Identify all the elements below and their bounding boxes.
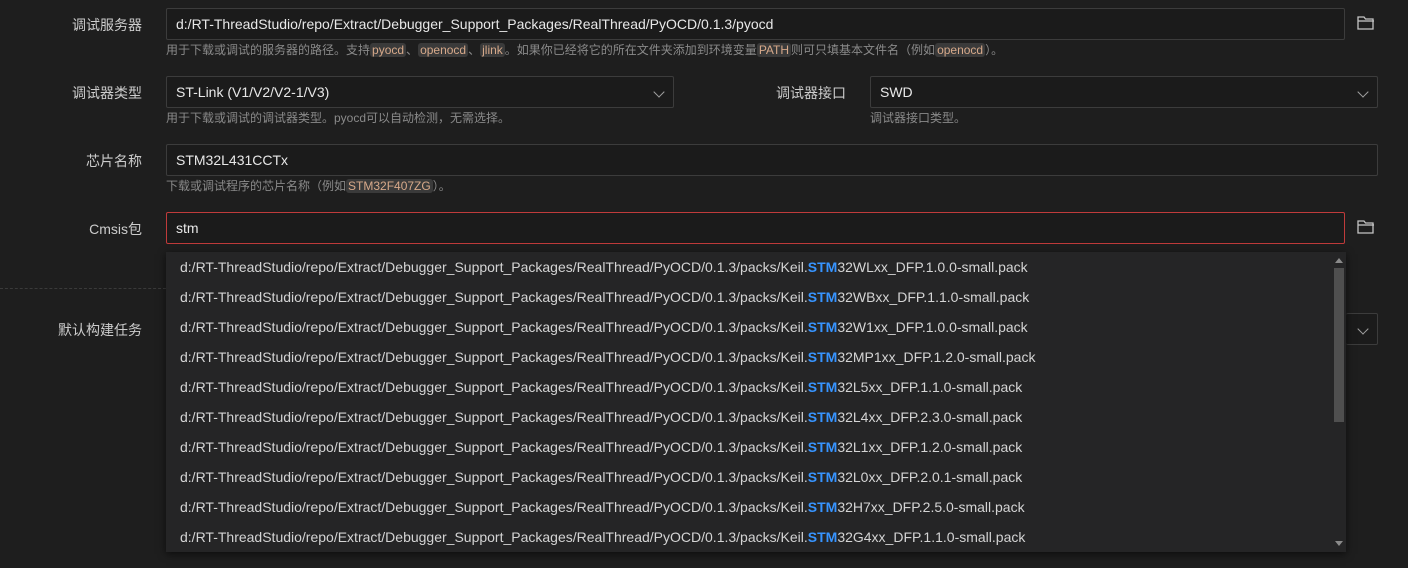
suggestion-item[interactable]: d:/RT-ThreadStudio/repo/Extract/Debugger… <box>166 342 1346 372</box>
debugger-type-select[interactable]: ST-Link (V1/V2/V2-1/V3) <box>166 76 674 108</box>
suggestion-item[interactable]: d:/RT-ThreadStudio/repo/Extract/Debugger… <box>166 282 1346 312</box>
chevron-down-icon <box>1357 323 1369 335</box>
scroll-down-arrow-icon[interactable] <box>1335 541 1343 546</box>
suggestion-item[interactable]: d:/RT-ThreadStudio/repo/Extract/Debugger… <box>166 522 1346 552</box>
debugger-type-label: 调试器类型 <box>72 85 142 101</box>
suggestion-suffix: 32G4xx_DFP.1.1.0-small.pack <box>837 529 1026 545</box>
suggestion-prefix: d:/RT-ThreadStudio/repo/Extract/Debugger… <box>180 319 808 335</box>
suggestion-item[interactable]: d:/RT-ThreadStudio/repo/Extract/Debugger… <box>166 372 1346 402</box>
debugger-port-label: 调试器接口 <box>776 85 846 101</box>
folder-open-icon[interactable] <box>1357 220 1375 234</box>
suggestion-prefix: d:/RT-ThreadStudio/repo/Extract/Debugger… <box>180 409 808 425</box>
suggestion-suffix: 32MP1xx_DFP.1.2.0-small.pack <box>837 349 1036 365</box>
cmsis-pack-input[interactable]: stm <box>166 212 1345 244</box>
chevron-down-icon <box>1357 86 1369 98</box>
chevron-down-icon <box>653 86 665 98</box>
server-label: 调试服务器 <box>72 17 142 33</box>
suggestion-match: STM <box>807 319 838 335</box>
suggestion-prefix: d:/RT-ThreadStudio/repo/Extract/Debugger… <box>180 349 808 365</box>
suggestion-suffix: 32L0xx_DFP.2.0.1-small.pack <box>837 469 1023 485</box>
suggestion-match: STM <box>807 439 838 455</box>
chip-name-label: 芯片名称 <box>86 153 142 169</box>
folder-open-icon[interactable] <box>1357 16 1375 30</box>
cmsis-label: Cmsis包 <box>89 221 142 237</box>
cmsis-suggestion-list: d:/RT-ThreadStudio/repo/Extract/Debugger… <box>166 252 1346 552</box>
suggestion-prefix: d:/RT-ThreadStudio/repo/Extract/Debugger… <box>180 469 808 485</box>
suggestion-item[interactable]: d:/RT-ThreadStudio/repo/Extract/Debugger… <box>166 432 1346 462</box>
suggestion-match: STM <box>807 529 838 545</box>
suggestion-suffix: 32W1xx_DFP.1.0.0-small.pack <box>837 319 1028 335</box>
suggestion-suffix: 32L1xx_DFP.1.2.0-small.pack <box>837 439 1023 455</box>
suggestion-suffix: 32WLxx_DFP.1.0.0-small.pack <box>837 259 1028 275</box>
suggestion-match: STM <box>807 349 838 365</box>
chip-name-input[interactable]: STM32L431CCTx <box>166 144 1378 176</box>
server-help-text: 用于下载或调试的服务器的路径。支持 pyocd、 openocd、 jlink 。如果你… <box>166 43 1004 57</box>
suggestion-suffix: 32L5xx_DFP.1.1.0-small.pack <box>837 379 1023 395</box>
scroll-up-arrow-icon[interactable] <box>1335 258 1343 263</box>
debug-settings-panel: 调试服务器 d:/RT-ThreadStudio/repo/Extract/De… <box>0 0 1408 568</box>
chip-name-help: 下载或调试程序的芯片名称（例如 STM32F407ZG）。 <box>166 179 451 193</box>
suggestion-match: STM <box>807 289 838 305</box>
suggestion-match: STM <box>807 379 838 395</box>
debugger-port-select[interactable]: SWD <box>870 76 1378 108</box>
suggestion-item[interactable]: d:/RT-ThreadStudio/repo/Extract/Debugger… <box>166 402 1346 432</box>
server-path-input[interactable]: d:/RT-ThreadStudio/repo/Extract/Debugger… <box>166 8 1345 40</box>
suggestion-prefix: d:/RT-ThreadStudio/repo/Extract/Debugger… <box>180 379 808 395</box>
suggestion-prefix: d:/RT-ThreadStudio/repo/Extract/Debugger… <box>180 289 808 305</box>
suggestion-prefix: d:/RT-ThreadStudio/repo/Extract/Debugger… <box>180 499 808 515</box>
section-divider <box>0 288 166 290</box>
suggestion-suffix: 32L4xx_DFP.2.3.0-small.pack <box>837 409 1023 425</box>
suggestion-item[interactable]: d:/RT-ThreadStudio/repo/Extract/Debugger… <box>166 312 1346 342</box>
suggestion-item[interactable]: d:/RT-ThreadStudio/repo/Extract/Debugger… <box>166 492 1346 522</box>
suggestion-prefix: d:/RT-ThreadStudio/repo/Extract/Debugger… <box>180 529 808 545</box>
suggestion-match: STM <box>807 259 838 275</box>
build-task-select[interactable] <box>1346 313 1378 345</box>
suggestion-suffix: 32WBxx_DFP.1.1.0-small.pack <box>837 289 1030 305</box>
suggestion-scrollbar[interactable] <box>1332 252 1346 552</box>
suggestion-prefix: d:/RT-ThreadStudio/repo/Extract/Debugger… <box>180 439 808 455</box>
scroll-thumb[interactable] <box>1334 268 1344 422</box>
suggestion-item[interactable]: d:/RT-ThreadStudio/repo/Extract/Debugger… <box>166 252 1346 282</box>
suggestion-match: STM <box>807 499 838 515</box>
suggestion-item[interactable]: d:/RT-ThreadStudio/repo/Extract/Debugger… <box>166 462 1346 492</box>
suggestion-suffix: 32H7xx_DFP.2.5.0-small.pack <box>837 499 1025 515</box>
build-task-label: 默认构建任务 <box>58 322 142 338</box>
debugger-port-help: 调试器接口类型。 <box>870 111 967 125</box>
suggestion-prefix: d:/RT-ThreadStudio/repo/Extract/Debugger… <box>180 259 808 275</box>
suggestion-match: STM <box>807 409 838 425</box>
suggestion-match: STM <box>807 469 838 485</box>
debugger-type-help: 用于下载或调试的调试器类型。pyocd可以自动检测，无需选择。 <box>166 111 511 125</box>
